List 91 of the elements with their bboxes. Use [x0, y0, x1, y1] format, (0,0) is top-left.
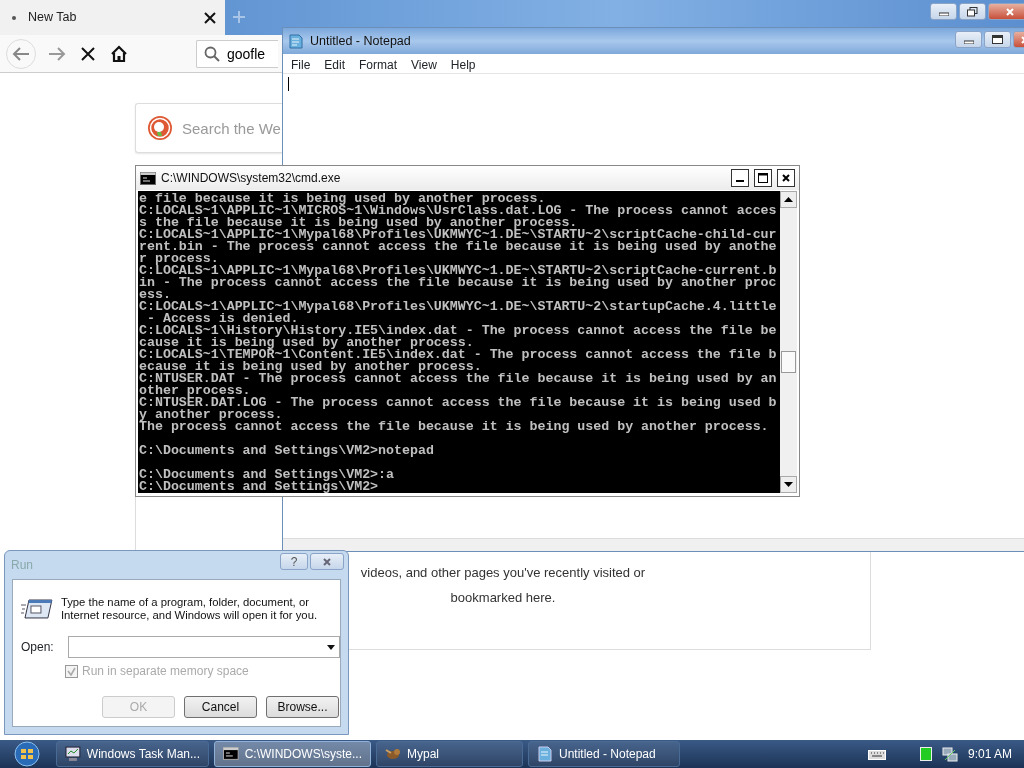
menu-item[interactable]: Format: [353, 54, 404, 73]
console-line: C:\Documents and Settings\VM2>notepad: [139, 445, 435, 457]
menu-item[interactable]: Edit: [318, 54, 352, 73]
console-icon: [223, 746, 239, 762]
taskbar-label: C:\WINDOWS\syste...: [244, 746, 362, 763]
console-line: ess.: [139, 289, 171, 301]
back-button[interactable]: [6, 38, 36, 69]
search-icon: [204, 45, 220, 62]
console-line: C:LOCALS~1\History\History.IE5\index.dat - The process cannot access the file be: [139, 325, 778, 337]
network-icon[interactable]: [941, 746, 958, 762]
close-icon: [1005, 6, 1015, 17]
description-text: Type the name of a program, folder, document, or Internet resource, and Windows will open it for you.: [60, 596, 319, 622]
notepad-icon: [288, 33, 304, 49]
console-line: cause it is being used by another process.: [139, 337, 475, 349]
console-line: other process.: [139, 385, 251, 397]
info-text: videos, and other pages you've recently visited or: [360, 564, 646, 582]
close-icon: [781, 173, 791, 183]
text-caret: [288, 77, 289, 91]
close-button[interactable]: [777, 169, 795, 187]
console-line: C:LOCALS~1\APPLIC~1\MICROS~1\Windows\UsrClass.dat.LOG - The process cannot acces: [139, 205, 778, 217]
console-line: ecause it is being used by another process.: [139, 361, 482, 373]
console-line: rent.bin - The process cannot access the file because it is being used by anothe: [139, 241, 778, 253]
restore-button[interactable]: [959, 3, 986, 20]
dot-icon: [12, 15, 16, 20]
stop-icon: [80, 45, 96, 62]
taskbar-label: Windows Task Man...: [86, 746, 200, 763]
back-arrow-icon: [12, 45, 30, 62]
taskbar-label: Mypal: [407, 746, 439, 763]
console-line: C:LOCALS~1\APPLIC~1\Mypal68\Profiles\UKMWYC~1.DE~\STARTU~2\scriptCache-current.b: [139, 265, 778, 277]
scroll-up-icon[interactable]: [784, 197, 793, 202]
console-icon: [140, 171, 156, 185]
console-line: s the file because it is being used by another process.: [139, 217, 578, 229]
dialog-title: Run: [11, 557, 33, 574]
restore-icon: [967, 6, 978, 17]
scroll-down-icon[interactable]: [784, 482, 793, 487]
menu-item[interactable]: Help: [444, 54, 482, 73]
checkbox-label: Run in separate memory space: [82, 663, 249, 680]
dialog-button: OK: [102, 696, 175, 718]
menu-item[interactable]: File: [285, 54, 317, 73]
display-icon[interactable]: [919, 747, 932, 761]
console-line: C:LOCALS~1\APPLIC~1\Mypal68\Profiles\UKMWYC~1.DE~\STARTU~2\startupCache.4.little: [139, 301, 778, 313]
info-text: bookmarked here.: [450, 588, 556, 607]
maximize-button[interactable]: [754, 169, 772, 187]
console-line: e file because it is being used by another process.: [139, 193, 546, 205]
run-icon: [21, 596, 53, 620]
taskbar-button[interactable]: Mypal: [376, 741, 523, 767]
taskbar-label: Untitled - Notepad: [559, 746, 656, 763]
duck-logo-icon: [147, 115, 173, 141]
tab-title: New Tab: [28, 9, 78, 27]
horizontal-scrollbar[interactable]: [283, 538, 1024, 551]
help-button[interactable]: ?: [280, 553, 308, 570]
vertical-scrollbar[interactable]: [780, 191, 797, 493]
forward-arrow-icon: [48, 45, 66, 62]
console-line: in - The process cannot access the file because it is being used by another proc: [139, 277, 778, 289]
close-icon[interactable]: [203, 10, 217, 25]
browser-tab[interactable]: New Tab: [0, 0, 225, 35]
console-line: r process.: [139, 253, 219, 265]
maximize-button[interactable]: [984, 31, 1011, 48]
console-line: C:\Documents and Settings\VM2>:a: [139, 469, 396, 481]
dialog-button[interactable]: Cancel: [184, 696, 257, 718]
clock-text[interactable]: 9:01 AM: [967, 745, 1012, 763]
console-line: C:NTUSER.DAT.LOG - The process cannot access the file because it is being used b: [139, 397, 778, 409]
field-label: Open:: [21, 639, 54, 656]
home-icon: [110, 44, 128, 63]
dialog-button[interactable]: Browse...: [266, 696, 339, 718]
open-field[interactable]: [67, 636, 340, 658]
keyboard-icon[interactable]: [867, 748, 886, 760]
maximize-icon: [758, 173, 768, 183]
console-line: - Access is denied.: [146, 313, 299, 325]
window-title: Untitled - Notepad: [310, 32, 411, 50]
scroll-thumb[interactable]: [781, 351, 796, 373]
minimize-button[interactable]: [731, 169, 749, 187]
taskbar-button[interactable]: C:\WINDOWS\syste...: [214, 741, 371, 767]
console-line: C:LOCALS~1\TEMPOR~1\Content.IE5\index.dat - The process cannot access the file b: [139, 349, 778, 361]
monitor-icon: [65, 746, 81, 762]
console-line: C:\Documents and Settings\VM2>: [139, 481, 379, 493]
menu-item[interactable]: View: [405, 54, 443, 73]
web-search-field[interactable]: Search the We: [135, 103, 282, 153]
search-field[interactable]: goofle: [196, 39, 278, 68]
window-title: C:\WINDOWS\system32\cmd.exe: [161, 170, 342, 187]
close-icon: [322, 556, 332, 567]
mascot-icon: [385, 746, 401, 762]
console-line: The process cannot access the file because it is being used by another process.: [139, 421, 770, 433]
console-line: C:NTUSER.DAT - The process cannot access the file because it is being used by an: [139, 373, 778, 385]
notepad-icon: [537, 746, 553, 762]
dropdown-arrow-icon[interactable]: [327, 644, 335, 650]
console-line: C:LOCALS~1\APPLIC~1\Mypal68\Profiles\UKMWYC~1.DE~\STARTU~2\scriptCache-child-cur: [139, 229, 778, 241]
taskbar-button[interactable]: Untitled - Notepad: [528, 741, 680, 767]
taskbar-button[interactable]: Windows Task Man...: [56, 741, 209, 767]
console-line: y another process.: [139, 409, 284, 421]
maximize-icon: [992, 35, 1003, 44]
